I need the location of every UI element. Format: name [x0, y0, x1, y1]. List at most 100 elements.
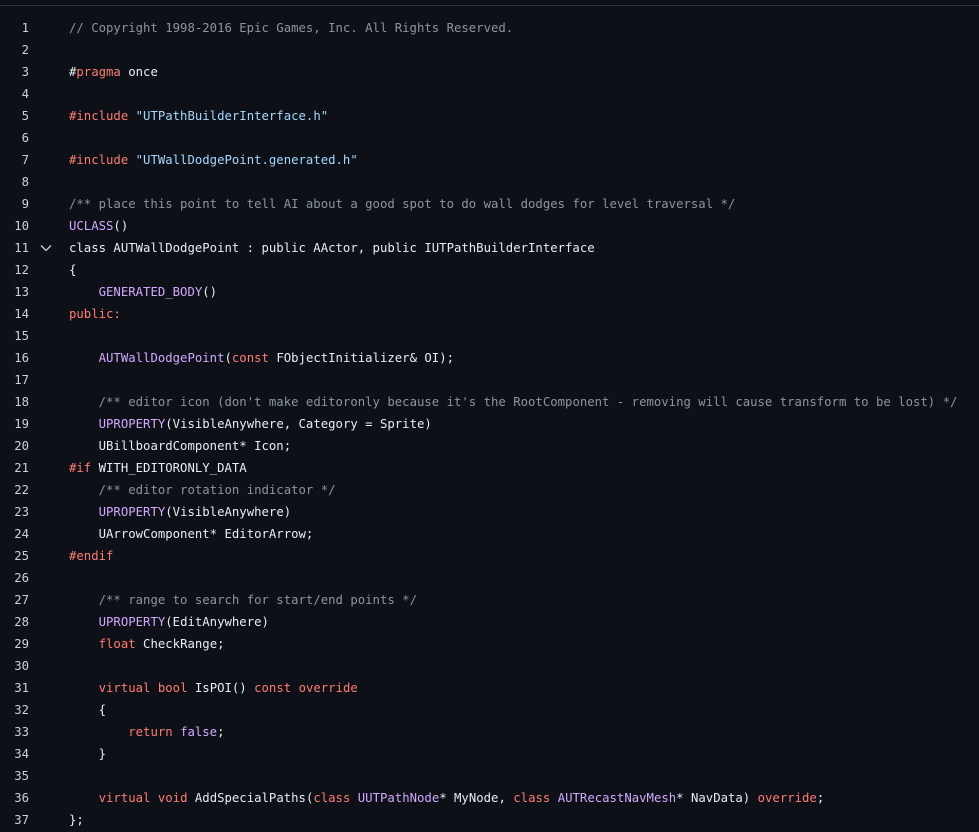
code-token: FObjectInitializer& OI); [268, 351, 455, 365]
code-line: 27 /** range to search for start/end poi… [0, 589, 979, 611]
code-token: (VisibleAnywhere, Category = Sprite) [165, 417, 432, 431]
code-line: 18 /** editor icon (don't make editoronl… [0, 391, 979, 413]
code-token: "UTWallDodgePoint.generated.h" [135, 153, 358, 167]
line-code: #pragma once [69, 61, 158, 83]
line-number: 3 [21, 65, 29, 79]
line-number: 34 [14, 747, 29, 761]
code-token: once [120, 65, 158, 79]
line-number: 14 [14, 307, 29, 321]
line-code: GENERATED_BODY() [69, 281, 217, 303]
code-line: 26 [0, 567, 979, 589]
code-token: UBillboardComponent* Icon; [98, 439, 292, 453]
code-line: 16 AUTWallDodgePoint(const FObjectInitia… [0, 347, 979, 369]
line-code: AUTWallDodgePoint(const FObjectInitializ… [69, 347, 454, 369]
code-token: #include [69, 109, 129, 123]
line-number: 24 [14, 527, 29, 541]
line-code: /** editor rotation indicator */ [69, 479, 336, 501]
code-line: 15 [0, 325, 979, 347]
code-token: /** editor icon (don't make editoronly b… [98, 395, 958, 409]
line-code: UPROPERTY(VisibleAnywhere) [69, 501, 292, 523]
line-number: 11 [14, 241, 29, 255]
line-number: 12 [14, 263, 29, 277]
line-code: /** place this point to tell AI about a … [69, 193, 735, 215]
line-number: 16 [14, 351, 29, 365]
code-line: 30 [0, 655, 979, 677]
line-number: 35 [14, 769, 29, 783]
code-line: 20 UBillboardComponent* Icon; [0, 435, 979, 457]
code-token: AUTRecastNavMesh [557, 791, 677, 805]
code-token: #if [69, 461, 92, 475]
line-code: float CheckRange; [69, 633, 225, 655]
line-number: 33 [14, 725, 29, 739]
line-number: 27 [14, 593, 29, 607]
code-token: class AUTWallDodgePoint : public AActor,… [69, 241, 595, 255]
code-line: 35 [0, 765, 979, 787]
line-number: 8 [21, 175, 29, 189]
line-number: 17 [14, 373, 29, 387]
code-token: const [254, 681, 292, 695]
line-code: virtual bool IsPOI() const override [69, 677, 358, 699]
line-number: 13 [14, 285, 29, 299]
code-token: #endif [69, 549, 114, 563]
code-token: UArrowComponent* EditorArrow; [98, 527, 314, 541]
code-line: 13 GENERATED_BODY() [0, 281, 979, 303]
line-number: 18 [14, 395, 29, 409]
code-token: UPROPERTY [98, 505, 166, 519]
line-number: 36 [14, 791, 29, 805]
code-token: * MyNode, [439, 791, 514, 805]
code-line: 33 return false; [0, 721, 979, 743]
code-line: 21 #if WITH_EDITORONLY_DATA [0, 457, 979, 479]
code-line: 2 [0, 39, 979, 61]
line-code: UCLASS() [69, 215, 128, 237]
code-line: 3 #pragma once [0, 61, 979, 83]
line-number: 29 [14, 637, 29, 651]
line-number: 22 [14, 483, 29, 497]
code-view: 1 // Copyright 1998-2016 Epic Games, Inc.… [0, 17, 979, 831]
code-token: CheckRange; [135, 637, 225, 651]
code-line: 25 #endif [0, 545, 979, 567]
line-code: virtual void AddSpecialPaths(class UUTPa… [69, 787, 825, 809]
line-number: 32 [14, 703, 29, 717]
code-token: class [513, 791, 551, 805]
code-token: virtual [98, 681, 151, 695]
code-line: 12 { [0, 259, 979, 281]
line-code: { [69, 259, 76, 281]
code-token: override [298, 681, 358, 695]
code-token: public: [69, 307, 121, 321]
fold-chevron-down-icon[interactable] [40, 237, 52, 259]
code-token: (EditAnywhere) [165, 615, 269, 629]
code-line: 9 /** place this point to tell AI about a… [0, 193, 979, 215]
code-token: * NavData) [676, 791, 758, 805]
code-token: bool [157, 681, 188, 695]
code-line: 1 // Copyright 1998-2016 Epic Games, Inc.… [0, 17, 979, 39]
code-line: 6 [0, 127, 979, 149]
code-token: const [231, 351, 269, 365]
line-code: #if WITH_EDITORONLY_DATA [69, 457, 247, 479]
line-number: 6 [21, 131, 29, 145]
line-code: return false; [69, 721, 224, 743]
line-number: 20 [14, 439, 29, 453]
code-line: 22 /** editor rotation indicator */ [0, 479, 979, 501]
code-token: /** range to search for start/end points… [98, 593, 417, 607]
line-code: class AUTWallDodgePoint : public AActor,… [69, 237, 595, 259]
line-number: 31 [14, 681, 29, 695]
line-number: 2 [21, 43, 29, 57]
code-token: }; [69, 813, 84, 827]
code-token: /** editor rotation indicator */ [98, 483, 336, 497]
line-code: #endif [69, 545, 113, 567]
code-line: 23 UPROPERTY(VisibleAnywhere) [0, 501, 979, 523]
code-token: { [98, 703, 107, 717]
code-line: 29 float CheckRange; [0, 633, 979, 655]
line-number: 9 [21, 197, 29, 211]
code-token: #include [69, 153, 129, 167]
line-code: // Copyright 1998-2016 Epic Games, Inc. … [69, 17, 513, 39]
line-code: #include "UTPathBuilderInterface.h" [69, 105, 328, 127]
code-token: ; [816, 791, 825, 805]
line-number: 4 [21, 87, 29, 101]
